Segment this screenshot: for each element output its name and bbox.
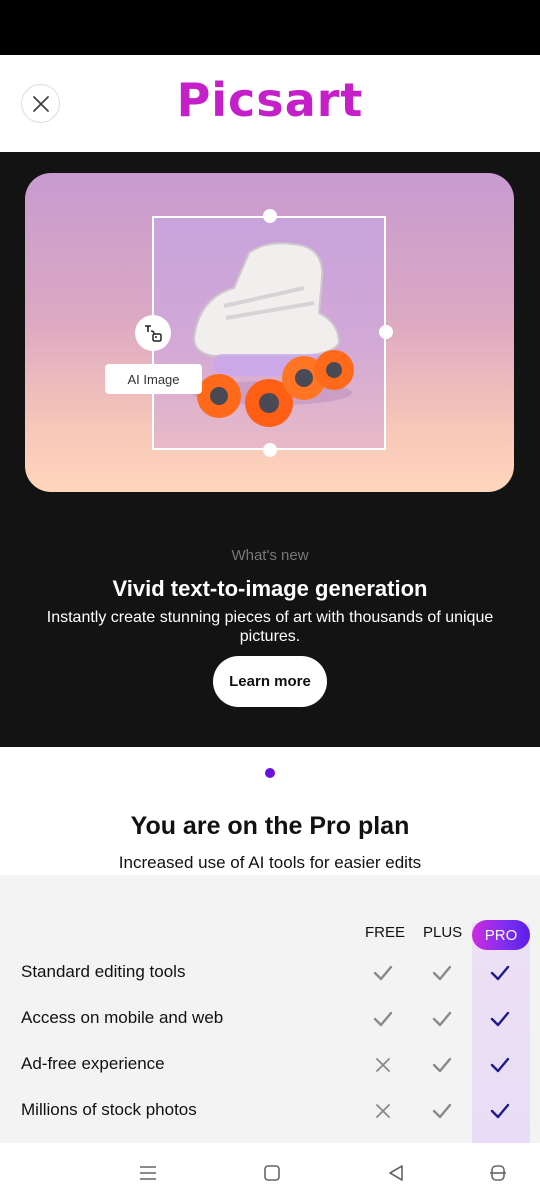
column-header-free: FREE: [365, 924, 406, 941]
nav-back-button[interactable]: [384, 1161, 408, 1185]
whats-new-label: What's new: [231, 547, 309, 564]
free-cross-icon: [372, 1100, 394, 1122]
plus-check-icon: [431, 962, 453, 984]
column-header-pro: PRO: [472, 920, 530, 950]
ai-image-chip: AI Image: [105, 364, 202, 394]
crop-frame: [152, 216, 386, 450]
hero-title: Vivid text-to-image generation: [112, 576, 428, 601]
feature-row: Ad-free experience: [0, 1042, 540, 1088]
assistant-icon: [490, 1165, 506, 1181]
feature-label: Ad-free experience: [21, 1054, 165, 1073]
nav-assistant-button[interactable]: [486, 1161, 510, 1185]
plan-subtitle: Increased use of AI tools for easier edi…: [118, 853, 422, 872]
feature-label: Standard editing tools: [21, 962, 186, 981]
plus-check-icon: [431, 1100, 453, 1122]
carousel-dot-active[interactable]: [265, 768, 275, 778]
feature-row: Access on mobile and web: [0, 996, 540, 1042]
ai-badge: [135, 315, 171, 351]
feature-row: Millions of stock photos: [0, 1088, 540, 1134]
back-icon: [389, 1165, 403, 1181]
menu-icon: [140, 1166, 156, 1180]
text-to-image-icon: [145, 325, 162, 342]
home-icon: [264, 1165, 280, 1181]
system-nav-bar: [0, 1143, 540, 1200]
pro-check-icon: [489, 962, 511, 984]
header: Picsart: [0, 55, 540, 152]
feature-label: Access on mobile and web: [21, 1008, 224, 1027]
plan-title: You are on the Pro plan: [130, 812, 410, 840]
free-check-icon: [372, 1008, 394, 1030]
feature-row: Standard editing tools: [0, 950, 540, 996]
learn-more-button[interactable]: Learn more: [213, 656, 327, 707]
pro-check-icon: [489, 1100, 511, 1122]
crop-handle-bottom[interactable]: [263, 443, 277, 457]
hero-description: Instantly create stunning pieces of art …: [46, 609, 494, 645]
picsart-logo: Picsart: [176, 73, 364, 127]
plan-comparison-table: FREE PLUS PRO Standard editing tools Acce…: [0, 875, 540, 1143]
hero-image: AI Image: [25, 173, 514, 492]
nav-home-button[interactable]: [260, 1161, 284, 1185]
status-bar: [0, 0, 540, 55]
column-header-plus: PLUS: [423, 924, 463, 941]
pro-check-icon: [489, 1008, 511, 1030]
pro-check-icon: [489, 1054, 511, 1076]
free-check-icon: [372, 962, 394, 984]
plus-check-icon: [431, 1008, 453, 1030]
free-cross-icon: [372, 1054, 394, 1076]
crop-handle-top[interactable]: [263, 209, 277, 223]
plus-check-icon: [431, 1054, 453, 1076]
feature-label: Millions of stock photos: [21, 1100, 197, 1119]
nav-menu-button[interactable]: [136, 1161, 160, 1185]
roller-skate-image: [192, 242, 354, 427]
whats-new-banner: AI Image What's new Vivid text-to-image …: [0, 152, 540, 747]
crop-handle-right[interactable]: [379, 325, 393, 339]
